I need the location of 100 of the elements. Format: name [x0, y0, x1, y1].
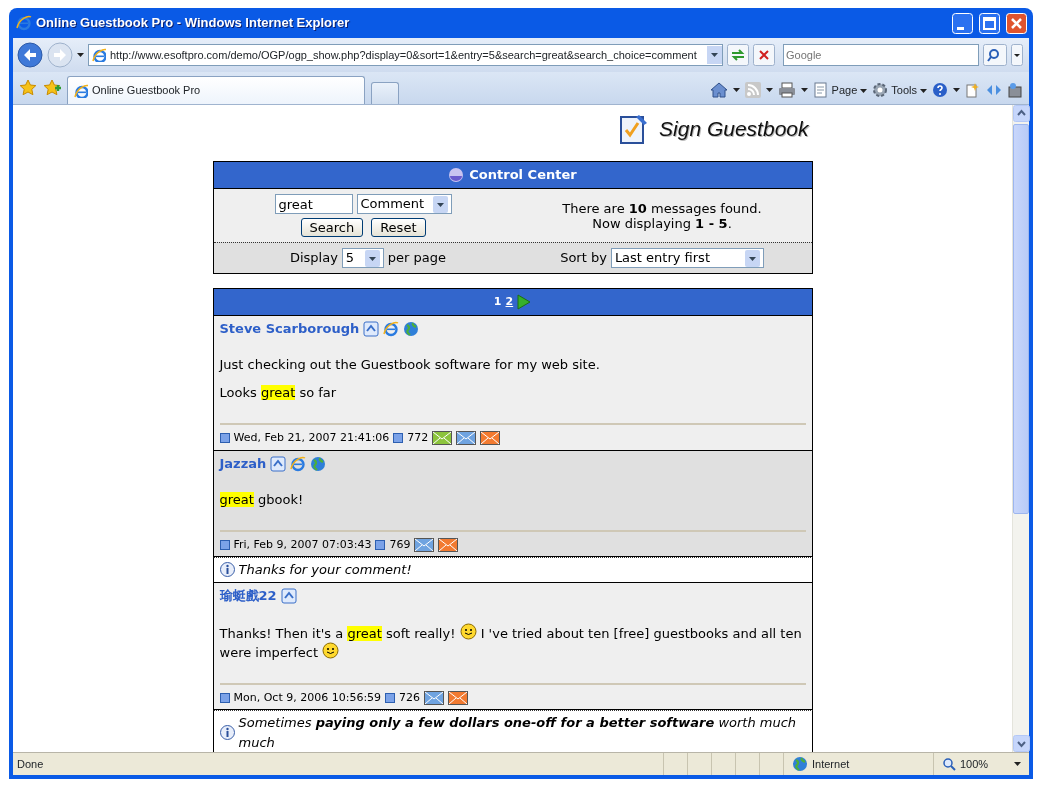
bullet-icon: [393, 433, 404, 444]
caret-icon: [432, 195, 448, 213]
search-choice-select[interactable]: Comment: [356, 194, 452, 214]
caret-icon: [364, 249, 380, 267]
post-date: Wed, Feb 21, 2007 21:41:06: [233, 430, 390, 446]
sign-guestbook-link[interactable]: Sign Guestbook: [619, 113, 809, 145]
favorites-star-icon[interactable]: [19, 79, 37, 97]
quote-icon[interactable]: [363, 321, 380, 337]
dropdown-button[interactable]: [707, 46, 722, 64]
post-date: Mon, Oct 9, 2006 10:56:59: [233, 689, 382, 706]
quote-icon[interactable]: [280, 587, 297, 604]
bullet-icon: [375, 539, 386, 550]
add-favorite-icon[interactable]: [43, 79, 61, 97]
view-count: 769: [389, 536, 411, 553]
per-page-select[interactable]: 5: [341, 248, 384, 268]
help-icon[interactable]: [932, 82, 948, 98]
toolbox-icon[interactable]: [1007, 82, 1023, 98]
page-icon: [812, 82, 829, 98]
reply-text: Sometimes paying only a few dollars one-off for a better software worth much much: [238, 714, 798, 752]
back-button[interactable]: [17, 42, 43, 68]
globe-icon: [403, 321, 420, 337]
gear-icon: [872, 82, 889, 98]
reply-text: Thanks for your comment!: [238, 561, 412, 579]
message-text: gbook!: [258, 491, 304, 507]
caret-icon[interactable]: [732, 88, 740, 92]
author-name: Jazzah: [219, 454, 267, 473]
home-icon[interactable]: [709, 82, 728, 98]
bullet-icon: [219, 539, 230, 550]
ie-logo-icon: [16, 15, 32, 31]
scroll-up-button[interactable]: [1013, 105, 1030, 122]
result-summary: Now displaying 1 - 5.: [591, 215, 733, 231]
toolbar-menu[interactable]: Page: [812, 81, 868, 99]
post-date: Fri, Feb 9, 2007 07:03:43: [233, 536, 372, 553]
form-button[interactable]: Reset: [371, 218, 426, 237]
printer-icon[interactable]: [777, 82, 796, 98]
quote-icon[interactable]: [270, 455, 287, 472]
globe-icon: [792, 756, 808, 772]
status-text: Done: [16, 756, 44, 772]
bullet-icon: [219, 692, 230, 703]
message-text: soft really!: [385, 625, 456, 641]
caret-icon[interactable]: [77, 53, 84, 57]
refresh-button[interactable]: [727, 44, 749, 66]
panel-title: Control Center: [469, 166, 577, 185]
caret-icon: [920, 88, 927, 93]
search-field[interactable]: Google: [783, 44, 979, 66]
search-button[interactable]: [983, 44, 1007, 66]
message-text: Looks: [219, 385, 257, 400]
envelope-icon[interactable]: [480, 431, 501, 446]
stop-button[interactable]: [753, 44, 775, 66]
field-label: per page: [387, 249, 447, 268]
info-icon: [219, 725, 235, 740]
search-options-button[interactable]: [1011, 44, 1023, 66]
browser-tab[interactable]: Online Guestbook Pro: [67, 76, 365, 104]
bullet-icon: [385, 692, 396, 703]
scroll-down-button[interactable]: [1013, 735, 1030, 752]
close-button[interactable]: [1006, 12, 1027, 34]
caret-icon: [860, 88, 868, 93]
caret-icon[interactable]: [800, 88, 808, 92]
envelope-icon[interactable]: [448, 690, 469, 705]
translate-icon[interactable]: [986, 82, 1002, 98]
field-label: Display: [289, 249, 338, 268]
globe-icon: [310, 455, 327, 472]
envelope-icon[interactable]: [438, 537, 459, 552]
window-title: Online Guestbook Pro - Windows Internet Explorer: [36, 14, 351, 33]
zoom-button[interactable]: 100%: [933, 753, 1029, 775]
search-input[interactable]: great: [274, 194, 353, 214]
info-icon: [219, 562, 235, 578]
result-summary: There are 10 messages found.: [561, 200, 763, 216]
moon-icon: [448, 167, 465, 183]
toolbar-menu[interactable]: Tools: [872, 81, 927, 99]
caret-icon[interactable]: [765, 88, 773, 92]
author-name: Steve Scarborough: [219, 320, 360, 339]
address-field[interactable]: http://www.esoftpro.com/demo/OGP/ogp_show.php?display=0&sort=1&entry=5&search=great&search_choice=comment: [88, 44, 723, 66]
envelope-icon[interactable]: [456, 431, 477, 446]
highlighted-text: great: [219, 491, 254, 507]
browser-icon: [383, 321, 400, 337]
message-text: I 've tried about ten [free] guestbooks and all ten: [480, 625, 802, 641]
page-icon: [74, 83, 88, 98]
browser-icon: [290, 455, 307, 472]
maximize-button[interactable]: [979, 12, 1000, 34]
caret-icon[interactable]: [953, 88, 960, 92]
view-count: 772: [407, 430, 429, 446]
minimize-button[interactable]: [952, 12, 973, 34]
smiley-icon: [459, 622, 477, 640]
envelope-icon[interactable]: [432, 431, 453, 446]
envelope-icon[interactable]: [414, 537, 435, 552]
form-button[interactable]: Search: [300, 218, 364, 237]
view-count: 726: [399, 689, 421, 706]
sort-select[interactable]: Last entry first: [610, 248, 764, 268]
magnifier-icon: [942, 757, 956, 771]
page-link[interactable]: 2: [505, 293, 514, 311]
message-text: so far: [299, 385, 337, 400]
message-text: were imperfect: [219, 644, 318, 660]
envelope-icon[interactable]: [424, 690, 445, 705]
security-zone: Internet: [812, 756, 850, 772]
author-name: 瑜蜓戲22: [219, 586, 277, 605]
smiley-icon: [322, 641, 340, 659]
caret-icon: [1014, 762, 1021, 766]
scrollbar-thumb[interactable]: [1013, 124, 1029, 514]
highlighted-text: great: [260, 385, 296, 400]
